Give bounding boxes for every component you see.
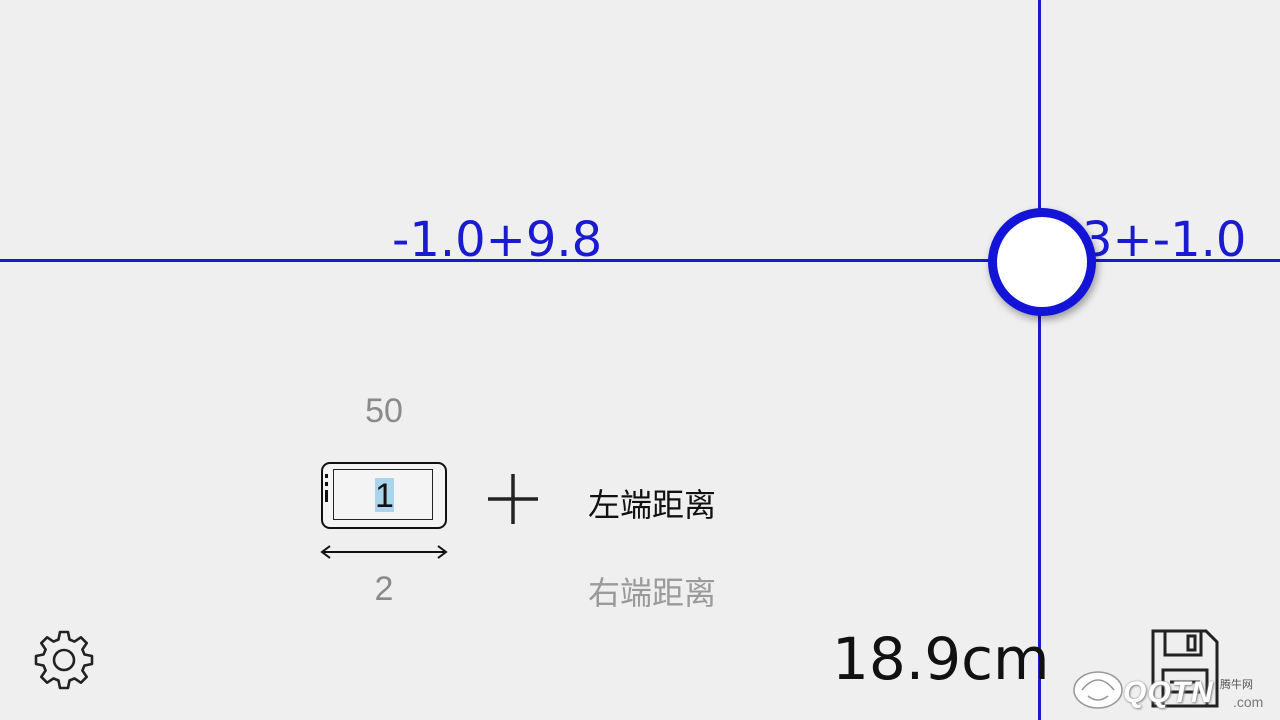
watermark-brand: QQTN: [1123, 676, 1214, 709]
phone-screen: 1: [333, 469, 433, 520]
add-button[interactable]: [486, 472, 540, 526]
vertical-guide-line[interactable]: [1038, 0, 1041, 720]
gear-icon: [34, 630, 94, 690]
ruler-canvas[interactable]: -1.0+9.8 3+-1.0 50 1 2 左端距离 右端距离 18.9cm: [0, 0, 1280, 720]
phone-width-count[interactable]: 2: [344, 570, 424, 609]
phone-sensor-dot: [325, 482, 328, 486]
left-offset-readout: -1.0+9.8: [392, 212, 603, 268]
watermark-tagline: 腾牛网: [1220, 678, 1253, 691]
phone-length-count[interactable]: 50: [344, 392, 424, 431]
drag-handle[interactable]: [988, 208, 1096, 316]
watermark-logo-icon: [1073, 671, 1123, 709]
watermark: QQTN 腾牛网 .com: [1068, 656, 1274, 716]
phone-icon[interactable]: 1: [321, 462, 447, 529]
phone-sensor-dot: [325, 474, 328, 478]
plus-icon: [488, 474, 538, 524]
phone-side-button: [325, 490, 328, 502]
width-arrow-icon: [320, 545, 448, 559]
watermark-suffix: .com: [1233, 694, 1264, 710]
measurement-value: 18.9cm: [832, 625, 1050, 693]
settings-button[interactable]: [30, 628, 98, 696]
left-distance-option[interactable]: 左端距离: [588, 480, 716, 526]
phone-count-value[interactable]: 1: [375, 478, 394, 514]
right-offset-readout: 3+-1.0: [1082, 212, 1247, 268]
right-distance-option[interactable]: 右端距离: [588, 568, 716, 614]
